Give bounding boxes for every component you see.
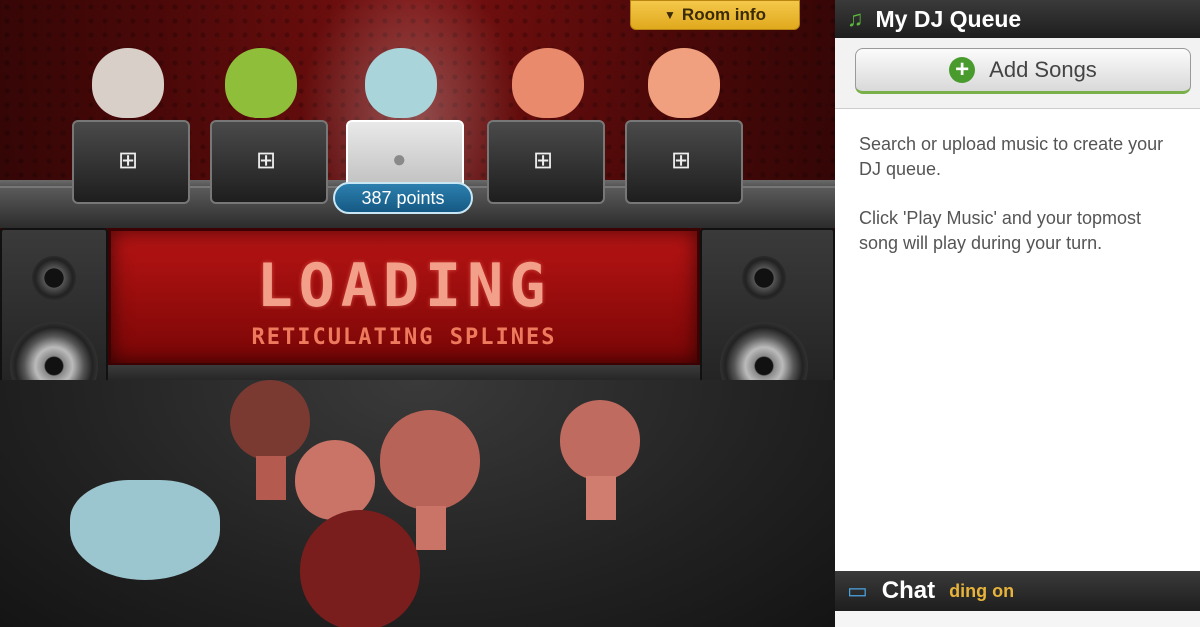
speaker-tweeter [32,256,76,300]
chat-bubble-icon: ▭ [847,578,868,603]
apple-logo-icon: ● [392,146,407,173]
queue-title: My DJ Queue [875,5,1022,32]
windows-logo-icon: ⊞ [118,147,139,174]
dj-head [92,48,164,118]
dj-stage: ⊞ ⊞ ● ⊞ ⊞ 387 points LOADING RETICULATIN… [0,0,835,627]
music-note-icon: ♫ [847,6,864,31]
chat-header[interactable]: ▭ Chat ding on [835,571,1200,611]
dj-laptop-4: ⊞ [487,120,605,204]
speaker-tweeter [742,256,786,300]
banner-sub-text: RETICULATING SPLINES [251,325,557,350]
dj-queue-sidebar: ♫ My DJ Queue + Add Songs Search or uplo… [835,0,1200,627]
add-songs-label: Add Songs [989,57,1097,82]
add-songs-button[interactable]: + Add Songs [855,48,1191,94]
dj-laptop-5: ⊞ [625,120,743,204]
dj-head [648,48,720,118]
queue-help-text: Search or upload music to create your DJ… [859,132,1179,280]
room-info-button[interactable]: ▼ Room info [630,0,800,30]
help-line-1: Search or upload music to create your DJ… [859,134,1164,179]
dj-laptop-2: ⊞ [210,120,328,204]
queue-header: ♫ My DJ Queue [835,0,1200,38]
dj-points-badge: 387 points [333,182,473,214]
room-info-label: Room info [681,5,766,24]
help-line-2: Click 'Play Music' and your topmost song… [859,208,1141,253]
windows-logo-icon: ⊞ [671,147,692,174]
add-songs-bar: + Add Songs [835,38,1200,109]
banner-main-text: LOADING [256,251,552,321]
dj-laptop-1: ⊞ [72,120,190,204]
chat-area [835,611,1200,627]
plus-icon: + [949,57,976,83]
dj-head [512,48,584,118]
chat-title: Chat [881,577,936,604]
loading-banner: LOADING RETICULATING SPLINES [108,228,700,366]
windows-logo-icon: ⊞ [533,147,554,174]
dj-head [365,48,437,118]
dj-head [225,48,297,118]
caret-down-icon: ▼ [664,8,676,22]
windows-logo-icon: ⊞ [256,147,277,174]
chat-status: ding on [949,580,1015,601]
